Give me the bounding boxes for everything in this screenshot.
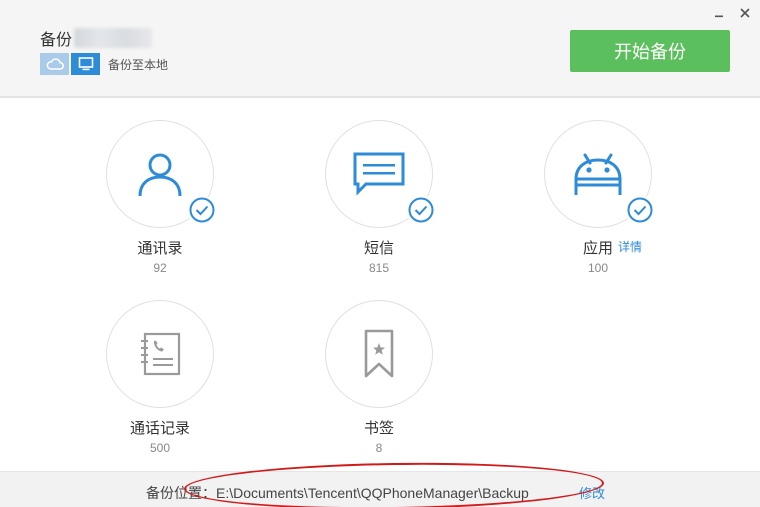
- minimize-button[interactable]: [711, 5, 727, 21]
- item-bookmarks[interactable]: 书签 8: [299, 300, 459, 460]
- backup-mode-row: 备份至本地: [40, 53, 168, 75]
- header: 备份 备份至本地 开始备份: [0, 0, 760, 98]
- cloud-mode-button[interactable]: [40, 53, 69, 75]
- redacted-device-name: [74, 28, 153, 48]
- local-mode-button[interactable]: [71, 53, 100, 75]
- message-icon: [353, 152, 405, 196]
- call-log-circle[interactable]: [106, 300, 214, 408]
- item-count: 100: [587, 261, 609, 275]
- check-circle-icon: [408, 197, 434, 223]
- item-label: 应用: [582, 240, 613, 257]
- cloud-icon: [46, 58, 64, 70]
- backup-mode-label: 备份至本地: [108, 57, 169, 72]
- minimize-icon: [715, 15, 723, 18]
- close-icon: [740, 8, 750, 18]
- item-count: 8: [375, 441, 383, 455]
- item-label: 通话记录: [129, 420, 190, 437]
- title-row: 备份: [40, 26, 153, 50]
- annotation-ellipse: [183, 460, 605, 507]
- item-sms[interactable]: 短信 815: [299, 120, 459, 280]
- item-label: 通讯录: [137, 240, 183, 257]
- page-title: 备份: [40, 32, 73, 49]
- check-circle-icon: [189, 197, 215, 223]
- call-log-icon: [141, 332, 181, 376]
- item-count: 815: [368, 261, 390, 275]
- monitor-icon: [78, 57, 93, 71]
- item-apps[interactable]: 应用 100: [518, 120, 678, 280]
- apps-detail-link[interactable]: 详情: [618, 238, 642, 255]
- bookmarks-circle[interactable]: [325, 300, 433, 408]
- item-label: 短信: [363, 240, 394, 257]
- check-circle-icon: [627, 197, 653, 223]
- item-contacts[interactable]: 通讯录 92: [80, 120, 240, 280]
- apps-check[interactable]: [625, 195, 655, 225]
- item-count: 92: [153, 261, 167, 275]
- bookmark-icon: [364, 329, 394, 378]
- start-backup-button[interactable]: 开始备份: [570, 30, 730, 72]
- person-icon: [138, 153, 182, 197]
- close-button[interactable]: [737, 5, 753, 21]
- item-count: 500: [149, 441, 171, 455]
- sms-check[interactable]: [406, 195, 436, 225]
- contacts-check[interactable]: [187, 195, 217, 225]
- item-label: 书签: [363, 420, 394, 437]
- item-call-log[interactable]: 通话记录 500: [80, 300, 240, 460]
- android-icon: [574, 153, 622, 195]
